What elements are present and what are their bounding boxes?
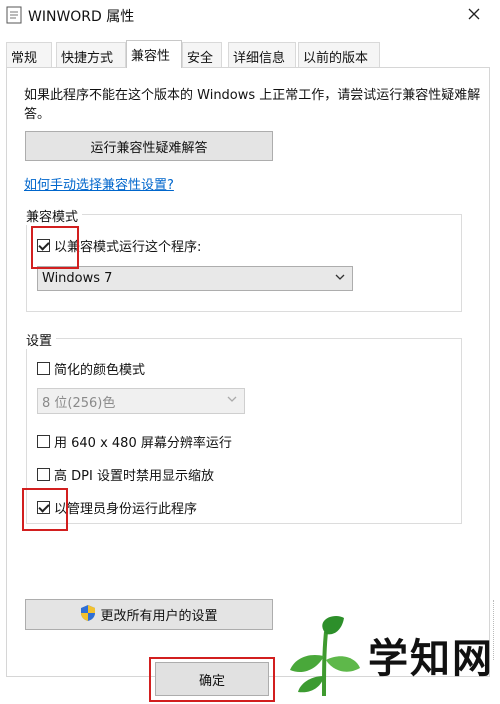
- change-all-users-label: 更改所有用户的设置: [100, 609, 218, 624]
- color-depth-value: 8 位(256)色: [42, 395, 116, 411]
- high-dpi-checkbox[interactable]: [37, 468, 50, 481]
- compat-mode-checkbox-label: 以兼容模式运行这个程序:: [54, 240, 202, 255]
- manual-compat-link[interactable]: 如何手动选择兼容性设置?: [24, 174, 174, 193]
- watermark-text: 学知网: [368, 635, 494, 682]
- run-as-admin-label: 以管理员身份运行此程序: [54, 502, 198, 517]
- close-button[interactable]: [454, 2, 494, 30]
- leaf-logo-icon: [284, 612, 364, 702]
- high-dpi-label: 高 DPI 设置时禁用显示缩放: [54, 469, 214, 484]
- run-as-admin-checkbox[interactable]: [37, 501, 50, 514]
- compat-mode-checkbox[interactable]: [37, 239, 50, 252]
- res-640-checkbox[interactable]: [37, 435, 50, 448]
- reduced-color-checkbox[interactable]: [37, 362, 50, 375]
- chevron-down-icon: [226, 393, 238, 409]
- color-depth-select[interactable]: 8 位(256)色: [37, 388, 245, 414]
- res-640-row[interactable]: 用 640 x 480 屏幕分辨率运行: [37, 432, 232, 451]
- compat-mode-label: 兼容模式: [26, 206, 83, 225]
- chevron-down-icon: [334, 271, 346, 287]
- reduced-color-label: 简化的颜色模式: [54, 363, 146, 378]
- close-icon: [468, 8, 480, 24]
- compat-mode-checkbox-row[interactable]: 以兼容模式运行这个程序:: [37, 236, 201, 255]
- shield-icon: [80, 604, 96, 626]
- watermark: 学知网: [284, 612, 494, 700]
- settings-label: 设置: [26, 330, 57, 349]
- title-bar: WINWORD 属性: [0, 0, 500, 32]
- run-as-admin-row[interactable]: 以管理员身份运行此程序: [37, 498, 197, 517]
- tab-details[interactable]: 详细信息: [228, 42, 296, 67]
- window-title: WINWORD 属性: [28, 9, 135, 25]
- high-dpi-row[interactable]: 高 DPI 设置时禁用显示缩放: [37, 465, 214, 484]
- ok-button[interactable]: 确定: [155, 662, 269, 696]
- tab-security[interactable]: 安全: [182, 42, 222, 67]
- os-select-value: Windows 7: [42, 271, 113, 286]
- document-icon: [6, 6, 22, 24]
- tab-general[interactable]: 常规: [6, 42, 52, 67]
- compat-mode-group: [26, 214, 462, 312]
- reduced-color-row[interactable]: 简化的颜色模式: [37, 359, 145, 378]
- tab-previous-versions[interactable]: 以前的版本: [298, 42, 380, 67]
- res-640-label: 用 640 x 480 屏幕分辨率运行: [54, 436, 232, 451]
- tab-shortcut[interactable]: 快捷方式: [56, 42, 126, 67]
- os-select[interactable]: Windows 7: [37, 266, 353, 291]
- compat-intro-text: 如果此程序不能在这个版本的 Windows 上正常工作，请尝试运行兼容性疑难解答…: [24, 88, 481, 122]
- tab-compatibility[interactable]: 兼容性: [126, 40, 182, 68]
- run-troubleshooter-button[interactable]: 运行兼容性疑难解答: [25, 131, 273, 161]
- change-all-users-button[interactable]: 更改所有用户的设置: [25, 599, 273, 630]
